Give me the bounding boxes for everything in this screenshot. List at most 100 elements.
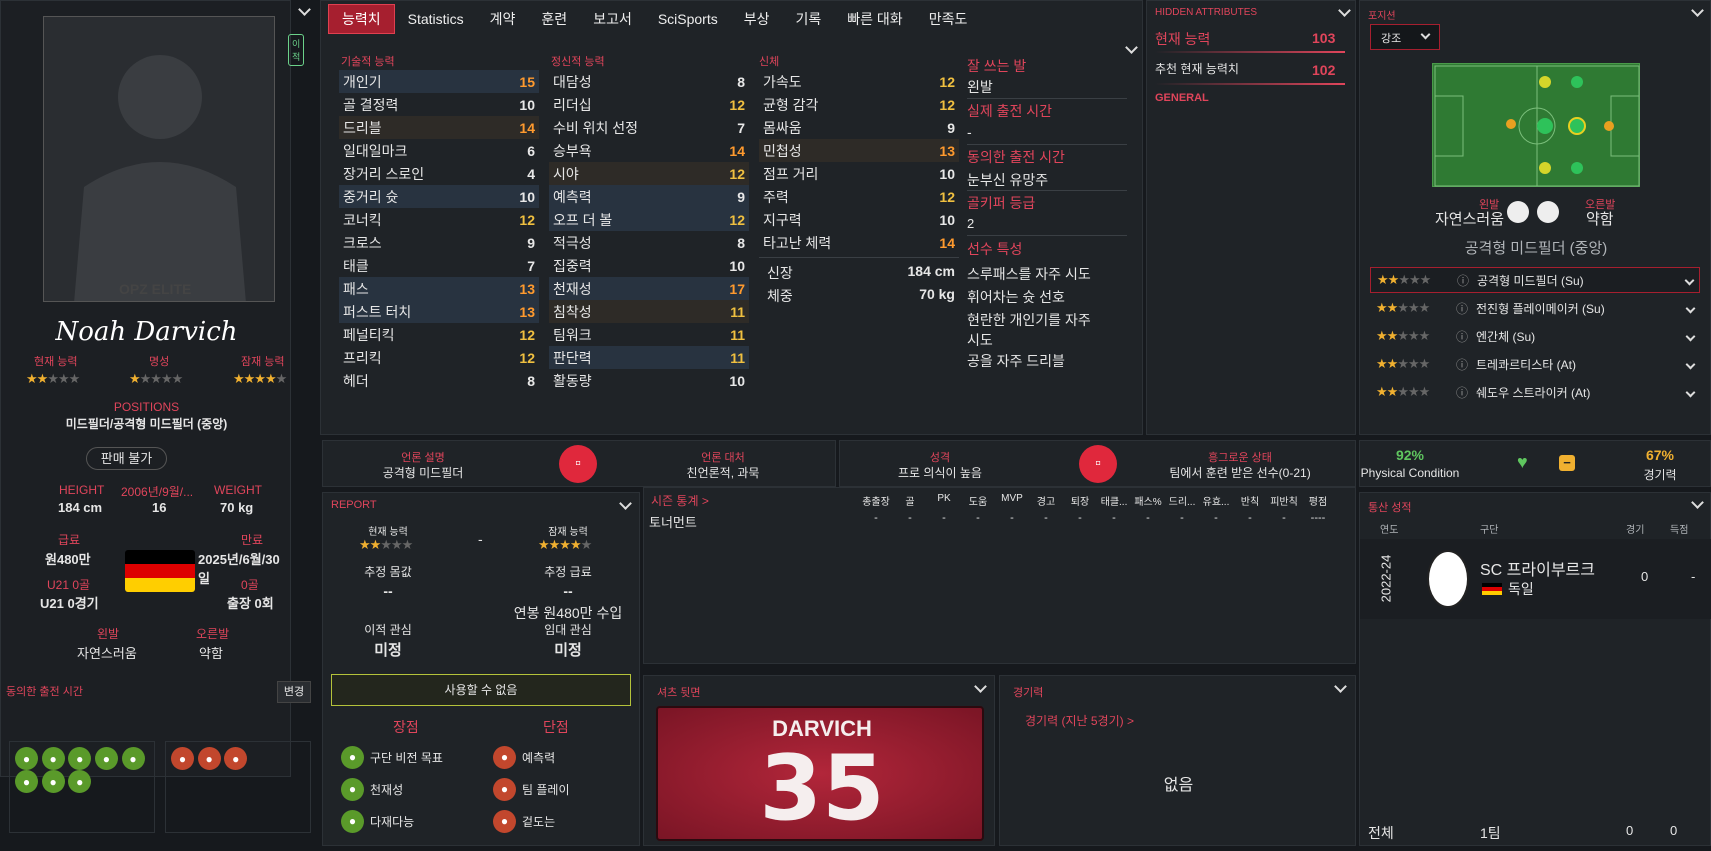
agreed-time-value: 눈부신 유망주: [967, 170, 1127, 191]
role-row[interactable]: ★★★★★ ⓘ 쉐도우 스트라이커 (At): [1370, 379, 1700, 405]
attribute-row[interactable]: 수비 위치 선정 7: [549, 116, 749, 139]
attribute-row[interactable]: 크로스 9: [339, 231, 539, 254]
attribute-row[interactable]: 시야 12: [549, 162, 749, 185]
tab-happiness[interactable]: 만족도: [916, 4, 981, 34]
season-col-header[interactable]: 퇴장: [1063, 493, 1097, 508]
tab-scisports[interactable]: SciSports: [645, 4, 731, 34]
tab-history[interactable]: 기록: [783, 4, 835, 34]
chevron-down-icon[interactable]: [1685, 359, 1696, 369]
transfer-badge[interactable]: 이적: [288, 34, 305, 66]
attribute-row[interactable]: 가속도 12: [759, 70, 959, 93]
chevron-down-icon[interactable]: [1685, 303, 1696, 313]
attribute-row[interactable]: 드리블 14: [339, 116, 539, 139]
club-name[interactable]: SC 프라이부르크: [1480, 556, 1595, 580]
season-col-header[interactable]: 반칙: [1233, 493, 1267, 508]
chevron-down-icon[interactable]: [619, 497, 632, 510]
attribute-row[interactable]: 장거리 스로인 4: [339, 162, 539, 185]
media-handling-value: 친언론적, 과묵: [686, 466, 760, 480]
attribute-row[interactable]: 타고난 체력 14: [759, 231, 959, 254]
attribute-row[interactable]: 활동량 10: [549, 369, 749, 392]
attribute-row[interactable]: 코너킥 12: [339, 208, 539, 231]
season-col-header[interactable]: 도움: [961, 493, 995, 508]
attribute-row[interactable]: 승부욕 14: [549, 139, 749, 162]
attribute-row[interactable]: 퍼스트 터치 13: [339, 300, 539, 323]
attribute-row[interactable]: 태클 7: [339, 254, 539, 277]
role-row[interactable]: ★★★★★ ⓘ 트레콰르티스타 (At): [1370, 351, 1700, 377]
info-icon[interactable]: ⓘ: [1457, 272, 1469, 289]
chevron-down-icon[interactable]: [1691, 4, 1704, 17]
role-row[interactable]: ★★★★★ ⓘ 엔간체 (Su): [1370, 323, 1700, 349]
role-row[interactable]: ★★★★★ ⓘ 전진형 플레이메이커 (Su): [1370, 295, 1700, 321]
tab-attributes[interactable]: 능력치: [328, 4, 395, 34]
season-col-header[interactable]: 골: [893, 493, 927, 508]
attribute-row[interactable]: 적극성 8: [549, 231, 749, 254]
info-icon[interactable]: ⓘ: [1456, 300, 1468, 317]
season-col-header[interactable]: PK: [927, 493, 961, 508]
attribute-value: 4: [527, 165, 535, 182]
personality-label: 성격: [929, 452, 951, 464]
attribute-row[interactable]: 몸싸움 9: [759, 116, 959, 139]
gk-rating-label: 골키퍼 등급: [967, 195, 1036, 211]
highlight-dropdown[interactable]: 강조: [1370, 24, 1440, 50]
chevron-down-icon[interactable]: [1685, 331, 1696, 341]
chevron-down-icon[interactable]: [1338, 4, 1351, 17]
attribute-row[interactable]: 헤더 8: [339, 369, 539, 392]
chevron-down-icon[interactable]: [1125, 41, 1138, 54]
tab-reports[interactable]: 보고서: [580, 4, 645, 34]
attribute-row[interactable]: 팀워크 11: [549, 323, 749, 346]
role-row[interactable]: ★★★★★ ⓘ 공격형 미드필더 (Su): [1370, 267, 1700, 293]
tab-injuries[interactable]: 부상: [731, 4, 783, 34]
attribute-row[interactable]: 주력 12: [759, 185, 959, 208]
attribute-row[interactable]: 골 결정력 10: [339, 93, 539, 116]
info-icon[interactable]: ⓘ: [1456, 328, 1468, 345]
season-col-header[interactable]: 태클...: [1097, 493, 1131, 508]
season-col-header[interactable]: 피반칙: [1267, 493, 1301, 508]
season-col-header[interactable]: 경고: [1029, 493, 1063, 508]
form-last5-link[interactable]: 경기력 (지난 5경기) >: [1025, 712, 1134, 729]
change-button[interactable]: 변경: [277, 681, 311, 703]
chevron-down-icon[interactable]: [1334, 680, 1347, 693]
attribute-row[interactable]: 민첩성 13: [759, 139, 959, 162]
season-col-header[interactable]: 평점: [1301, 493, 1335, 508]
info-icon[interactable]: ⓘ: [1456, 384, 1468, 401]
attribute-row[interactable]: 균형 감각 12: [759, 93, 959, 116]
season-stats-link[interactable]: 시즌 통계 >: [651, 492, 709, 509]
attribute-row[interactable]: 리더십 12: [549, 93, 749, 116]
wage-value: 원480만: [45, 552, 91, 567]
chevron-down-icon[interactable]: [1685, 387, 1696, 397]
tab-statistics[interactable]: Statistics: [395, 4, 477, 34]
attribute-row[interactable]: 대담성 8: [549, 70, 749, 93]
tab-contract[interactable]: 계약: [477, 4, 529, 34]
attribute-row[interactable]: 프리킥 12: [339, 346, 539, 369]
season-cell: -: [1282, 512, 1286, 524]
attribute-row[interactable]: 개인기 15: [339, 70, 539, 93]
attribute-row[interactable]: 점프 거리 10: [759, 162, 959, 185]
info-icon[interactable]: ⓘ: [1456, 356, 1468, 373]
attribute-row[interactable]: 패스 13: [339, 277, 539, 300]
attribute-row[interactable]: 침착성 11: [549, 300, 749, 323]
chevron-down-icon[interactable]: [1684, 275, 1695, 285]
tab-training[interactable]: 훈련: [528, 4, 580, 34]
attribute-row[interactable]: 페널티킥 12: [339, 323, 539, 346]
season-col-header[interactable]: 패스%: [1131, 493, 1165, 508]
tab-quick-chat[interactable]: 빠른 대화: [834, 4, 915, 34]
chevron-down-icon[interactable]: [974, 680, 987, 693]
attribute-row[interactable]: 판단력 11: [549, 346, 749, 369]
season-col-header[interactable]: MVP: [995, 493, 1029, 508]
attribute-row[interactable]: 천재성 17: [549, 277, 749, 300]
season-col-header[interactable]: 유효...: [1199, 493, 1233, 508]
chevron-down-icon[interactable]: [298, 3, 311, 16]
season-col-header[interactable]: 드리...: [1165, 493, 1199, 508]
club-badge-icon: [1427, 550, 1469, 608]
pitch-lines: [1434, 65, 1640, 187]
attribute-row[interactable]: 오프 더 볼 12: [549, 208, 749, 231]
form-empty: 없음: [1163, 777, 1194, 794]
attribute-row[interactable]: 집중력 10: [549, 254, 749, 277]
attribute-row[interactable]: 일대일마크 6: [339, 139, 539, 162]
sale-status-button[interactable]: 판매 불가: [86, 447, 167, 470]
chevron-down-icon[interactable]: [1691, 496, 1704, 509]
attribute-row[interactable]: 예측력 9: [549, 185, 749, 208]
attribute-row[interactable]: 중거리 슛 10: [339, 185, 539, 208]
season-col-header[interactable]: 총출장: [859, 493, 893, 508]
attribute-row[interactable]: 지구력 10: [759, 208, 959, 231]
